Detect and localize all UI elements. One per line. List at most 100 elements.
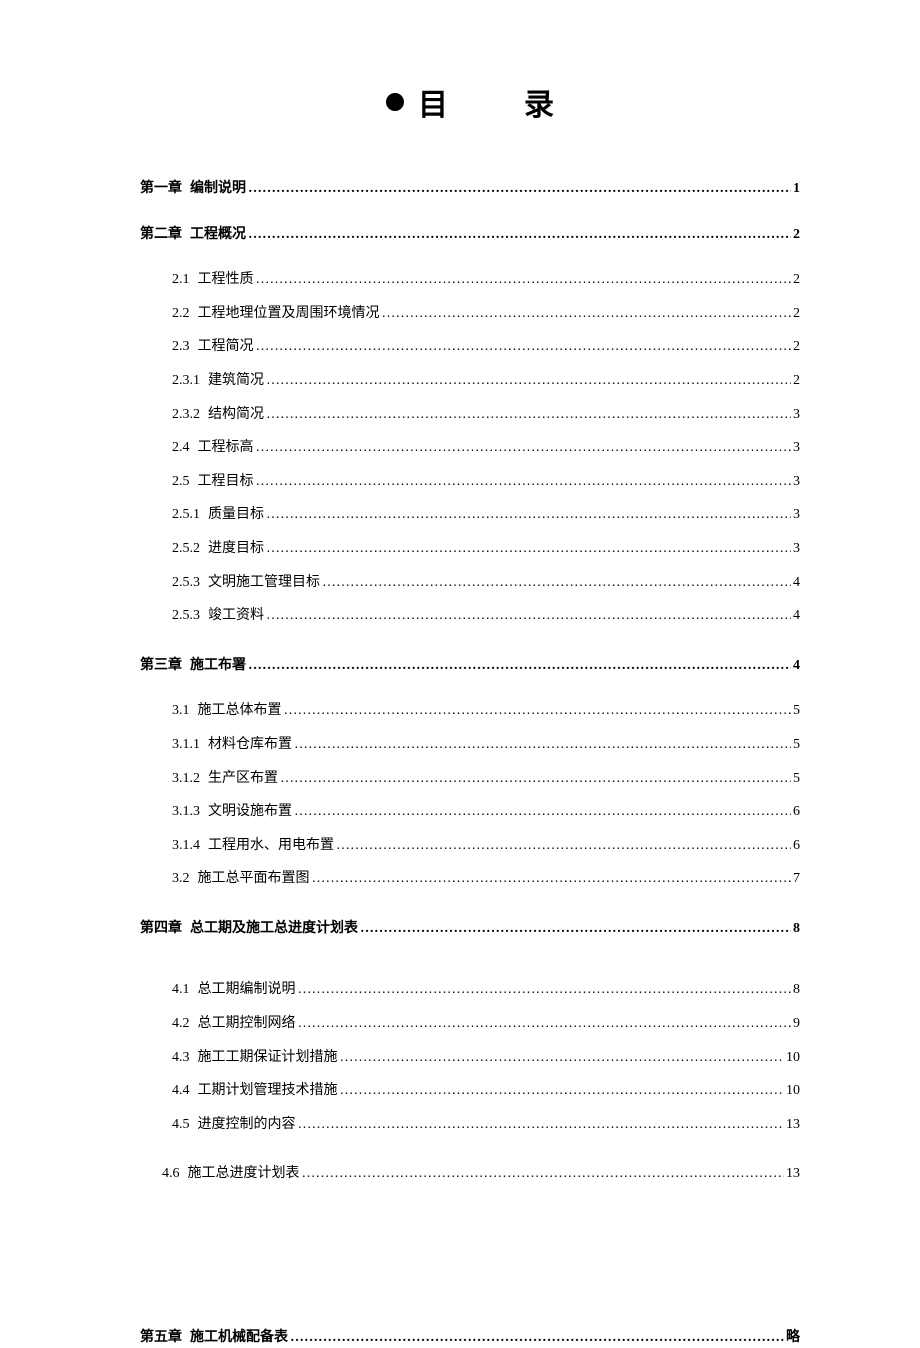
toc-page: 5 [793, 769, 800, 789]
toc-number: 第一章 [140, 179, 182, 199]
toc-leader [290, 1328, 784, 1348]
toc-label: 工程性质 [198, 270, 254, 290]
toc-label: 总工期控制网络 [198, 1014, 296, 1034]
toc-number: 3.1.1 [172, 735, 200, 755]
toc-leader [256, 270, 792, 290]
toc-page: 4 [793, 606, 800, 626]
toc-entry: 4.5进度控制的内容13 [172, 1115, 800, 1135]
toc-leader [298, 980, 792, 1000]
toc-page: 2 [793, 225, 800, 245]
toc-number: 2.5.3 [172, 606, 200, 626]
toc-entry: 4.2总工期控制网络9 [172, 1014, 800, 1034]
toc-leader [266, 539, 791, 559]
toc-leader [280, 769, 791, 789]
toc-entry: 3.1.1材料仓库布置5 [172, 735, 800, 755]
title-char-2: 录 [524, 80, 554, 124]
toc-leader [322, 573, 791, 593]
toc-leader [302, 1164, 785, 1184]
toc-page: 2 [793, 270, 800, 290]
toc-label: 施工布署 [190, 656, 246, 676]
toc-label: 结构简况 [208, 405, 264, 425]
toc-number: 2.3 [172, 337, 190, 357]
toc-entry: 3.1施工总体布置5 [172, 701, 800, 721]
toc-page: 9 [793, 1014, 800, 1034]
toc-chapter: 第一章编制说明1 [140, 179, 800, 199]
toc-number: 2.5.3 [172, 573, 200, 593]
toc-page: 8 [793, 980, 800, 1000]
toc-label: 竣工资料 [208, 606, 264, 626]
toc-leader [256, 438, 792, 458]
toc-page: 2 [793, 371, 800, 391]
toc-leader [336, 836, 791, 856]
toc-gap [140, 964, 800, 980]
toc-leader [266, 505, 791, 525]
toc-label: 文明施工管理目标 [208, 573, 320, 593]
toc-label: 施工总进度计划表 [188, 1164, 300, 1184]
toc-leader [248, 656, 791, 676]
toc-page: 2 [793, 304, 800, 324]
toc-label: 质量目标 [208, 505, 264, 525]
toc-number: 3.2 [172, 869, 190, 889]
toc-leader [298, 1115, 785, 1135]
toc-leader [294, 802, 791, 822]
toc-leader [248, 179, 791, 199]
title-bullet-icon [386, 93, 404, 111]
toc-entry: 2.3.1 建筑简况 2 [172, 371, 800, 391]
toc-label: 工程标高 [198, 438, 254, 458]
toc-number: 2.2 [172, 304, 190, 324]
toc-number: 2.3.2 [172, 405, 200, 425]
toc-big-gap [140, 1198, 800, 1328]
toc-leader [340, 1081, 785, 1101]
toc-leader [312, 869, 792, 889]
toc-page: 略 [786, 1328, 800, 1348]
toc-label: 工程用水、用电布置 [208, 836, 334, 856]
toc-page: 3 [793, 472, 800, 492]
toc-page: 6 [793, 802, 800, 822]
toc-label: 施工总平面布置图 [198, 869, 310, 889]
toc-entry: 4.6施工总进度计划表13 [162, 1164, 800, 1184]
toc-number: 2.4 [172, 438, 190, 458]
toc-leader [382, 304, 792, 324]
toc-label: 文明设施布置 [208, 802, 292, 822]
toc-label: 编制说明 [190, 179, 246, 199]
toc-page: 8 [793, 919, 800, 939]
toc-entry: 3.1.3 文明设施布置 6 [172, 802, 800, 822]
toc-number: 4.3 [172, 1048, 190, 1068]
toc-label: 生产区布置 [208, 769, 278, 789]
toc-leader [256, 472, 792, 492]
toc-leader [256, 337, 792, 357]
toc-leader [266, 606, 791, 626]
toc-entry: 4.3施工工期保证计划措施10 [172, 1048, 800, 1068]
table-of-contents: 第一章编制说明1第二章工程概况22.1工程性质22.2工程地理位置及周围环境情况… [140, 179, 800, 1348]
toc-entry: 2.2工程地理位置及周围环境情况2 [172, 304, 800, 324]
toc-page: 3 [793, 405, 800, 425]
toc-entry: 3.1.4工程用水、用电布置6 [172, 836, 800, 856]
toc-leader [340, 1048, 785, 1068]
toc-page: 2 [793, 337, 800, 357]
toc-page: 6 [793, 836, 800, 856]
toc-label: 进度控制的内容 [198, 1115, 296, 1135]
title-char-1: 目 [418, 80, 448, 124]
toc-number: 第三章 [140, 656, 182, 676]
toc-label: 工程简况 [198, 337, 254, 357]
page-title: 目 录 [140, 80, 800, 124]
toc-number: 4.5 [172, 1115, 190, 1135]
toc-number: 3.1.3 [172, 802, 200, 822]
toc-label: 工期计划管理技术措施 [198, 1081, 338, 1101]
toc-label: 施工工期保证计划措施 [198, 1048, 338, 1068]
toc-chapter: 第四章总工期及施工总进度计划表8 [140, 919, 800, 939]
toc-number: 第五章 [140, 1328, 182, 1348]
toc-entry: 2.5.3 竣工资料 4 [172, 606, 800, 626]
toc-label: 工程概况 [190, 225, 246, 245]
toc-label: 建筑简况 [208, 371, 264, 391]
toc-entry: 2.3.2 结构简况 3 [172, 405, 800, 425]
toc-number: 3.1.2 [172, 769, 200, 789]
toc-entry: 3.1.2 生产区布置 5 [172, 769, 800, 789]
toc-gap [140, 1148, 800, 1164]
toc-number: 2.3.1 [172, 371, 200, 391]
toc-entry: 2.5.3文明施工管理目标4 [172, 573, 800, 593]
toc-entry: 2.5.2进度目标3 [172, 539, 800, 559]
toc-page: 10 [786, 1081, 800, 1101]
toc-leader [248, 225, 791, 245]
toc-number: 4.4 [172, 1081, 190, 1101]
